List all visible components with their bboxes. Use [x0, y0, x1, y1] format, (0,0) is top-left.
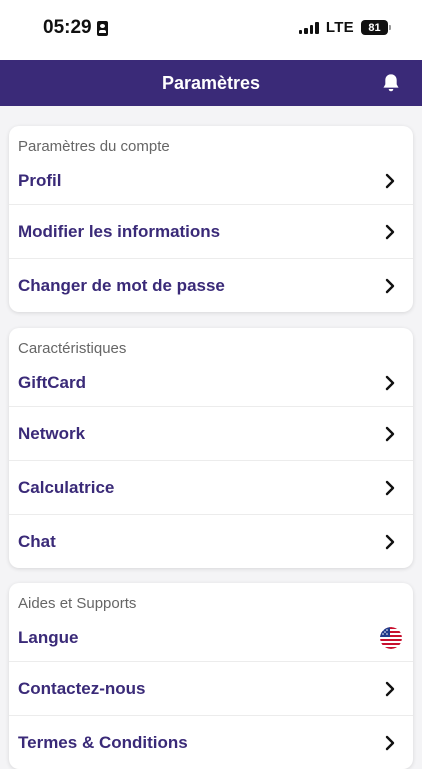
menu-item-label: GiftCard: [18, 373, 86, 392]
menu-item-edit-information[interactable]: Modifier les informations: [9, 204, 413, 258]
menu-item-label: Modifier les informations: [18, 221, 221, 241]
bell-icon[interactable]: [380, 72, 402, 94]
status-indicators: LTE 81: [298, 19, 391, 36]
chevron-right-icon: [385, 480, 395, 495]
chevron-right-icon: [385, 375, 395, 391]
chevron-right-icon: [385, 735, 395, 750]
menu-item-giftcard[interactable]: GiftCard: [9, 360, 413, 406]
menu-item-label: Chat: [18, 531, 56, 551]
us-flag-icon: [380, 627, 402, 649]
clock-text: 05:29: [43, 17, 92, 38]
menu-item-change-password[interactable]: Changer de mot de passe: [9, 258, 413, 312]
menu-item-label: Network: [18, 423, 86, 443]
menu-item-network[interactable]: Network: [9, 406, 413, 460]
account-settings-card: Paramètres du compte Profil Modifier les…: [9, 126, 413, 312]
section-title: Aides et Supports: [18, 595, 137, 612]
menu-item-chat[interactable]: Chat: [9, 514, 413, 568]
menu-item-calculator[interactable]: Calculatrice: [9, 460, 413, 514]
menu-item-label: Langue: [18, 628, 79, 647]
chevron-right-icon: [385, 534, 395, 549]
cellular-signal-icon: [298, 21, 319, 34]
menu-item-label: Contactez-nous: [18, 678, 146, 698]
menu-item-profile[interactable]: Profil: [9, 158, 413, 204]
section-title: Paramètres du compte: [18, 138, 170, 155]
app-header: Paramètres: [0, 60, 422, 106]
menu-item-label: Profil: [18, 171, 62, 190]
menu-item-language[interactable]: Langue: [9, 615, 413, 661]
status-time: 05:29: [43, 17, 108, 39]
chevron-right-icon: [385, 426, 395, 441]
chevron-right-icon: [385, 224, 395, 239]
features-card: Caractéristiques GiftCard Network Calcul…: [9, 328, 413, 568]
menu-item-terms-conditions[interactable]: Termes & Conditions: [9, 715, 413, 769]
chevron-right-icon: [385, 681, 395, 696]
chevron-right-icon: [385, 278, 395, 293]
section-title: Caractéristiques: [18, 340, 127, 357]
network-type: LTE: [325, 19, 354, 36]
page-title: Paramètres: [161, 72, 261, 93]
battery-icon: 81: [361, 20, 391, 35]
status-bar: 05:29 LTE 81: [0, 0, 422, 60]
chevron-right-icon: [385, 173, 395, 189]
menu-item-contact-us[interactable]: Contactez-nous: [9, 661, 413, 715]
menu-item-label: Changer de mot de passe: [18, 275, 225, 295]
help-support-card: Aides et Supports Langue Contactez-nous: [9, 583, 413, 769]
contact-card-icon: [96, 20, 108, 36]
menu-item-label: Calculatrice: [18, 477, 115, 497]
